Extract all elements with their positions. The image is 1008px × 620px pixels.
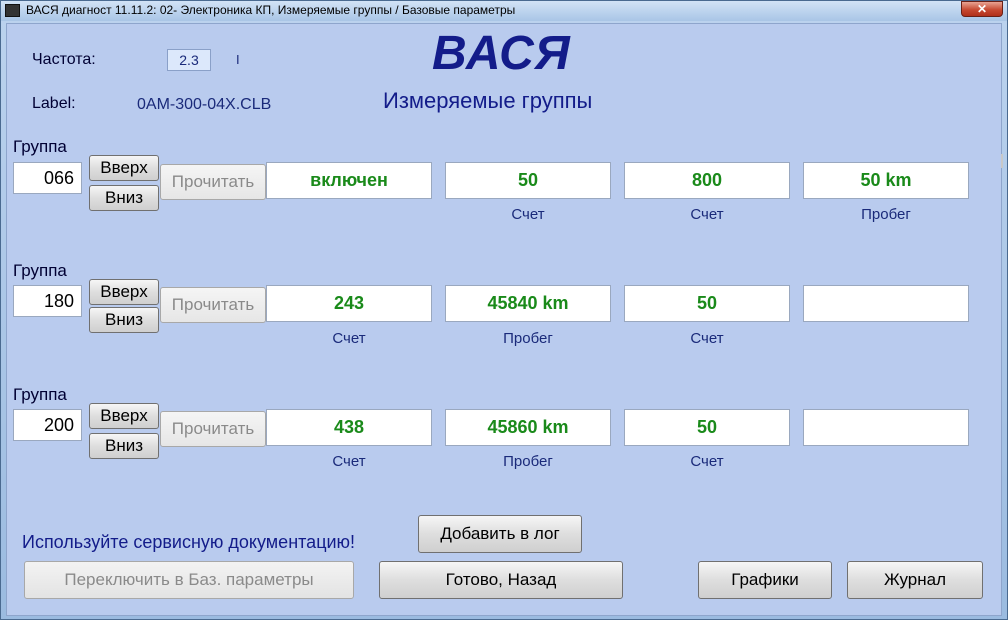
value-field-3: 50 (624, 285, 790, 322)
done-back-button[interactable]: Готово, Назад (379, 561, 623, 599)
unit-label-1: Счет (332, 453, 366, 470)
value-field-1: включен (266, 162, 432, 199)
group-down-button[interactable]: Вниз (89, 185, 159, 211)
close-button[interactable]: ✕ (961, 1, 1003, 17)
label-caption: Label: (32, 95, 76, 112)
value-field-2: 50 (445, 162, 611, 199)
graphs-button[interactable]: Графики (698, 561, 832, 599)
value-field-2: 45840 km (445, 285, 611, 322)
frequency-indicator: I (236, 52, 240, 67)
window-title: ВАСЯ диагност 11.11.2: 02- Электроника К… (26, 3, 516, 17)
app-window: ВАСЯ диагност 11.11.2: 02- Электроника К… (0, 0, 1008, 620)
group-down-button[interactable]: Вниз (89, 433, 159, 459)
main-panel: Частота: 2.3 I Label: 0AM-300-04X.CLB ВА… (6, 23, 1003, 616)
read-button[interactable]: Прочитать (160, 164, 266, 200)
unit-label-3: Счет (690, 330, 724, 347)
label-filename: 0AM-300-04X.CLB (137, 96, 272, 113)
service-doc-hint: Используйте сервисную документацию! (22, 532, 356, 552)
resize-grip (1001, 154, 1003, 168)
value-field-1: 438 (266, 409, 432, 446)
group-number-input[interactable]: 200 (13, 409, 82, 441)
group-down-button[interactable]: Вниз (89, 307, 159, 333)
unit-label-2: Пробег (503, 453, 553, 470)
unit-label-3: Счет (690, 206, 724, 223)
value-field-3: 800 (624, 162, 790, 199)
value-field-4: 50 km (803, 162, 969, 199)
close-icon: ✕ (976, 2, 988, 16)
group-up-button[interactable]: Вверх (89, 403, 159, 429)
value-field-4 (803, 285, 969, 322)
group-number-input[interactable]: 180 (13, 285, 82, 317)
app-icon (5, 4, 20, 17)
journal-button[interactable]: Журнал (847, 561, 983, 599)
group-up-button[interactable]: Вверх (89, 155, 159, 181)
page-subtitle: Измеряемые группы (383, 88, 593, 113)
switch-basic-params-button[interactable]: Переключить в Баз. параметры (24, 561, 354, 599)
unit-label-1: Счет (332, 330, 366, 347)
value-field-3: 50 (624, 409, 790, 446)
group-label: Группа (13, 261, 67, 280)
value-field-4 (803, 409, 969, 446)
unit-label-3: Счет (690, 453, 724, 470)
value-field-2: 45860 km (445, 409, 611, 446)
group-up-button[interactable]: Вверх (89, 279, 159, 305)
add-to-log-button[interactable]: Добавить в лог (418, 515, 582, 553)
unit-label-4: Пробег (861, 206, 911, 223)
app-logo-title: ВАСЯ (432, 27, 571, 80)
group-label: Группа (13, 385, 67, 404)
read-button[interactable]: Прочитать (160, 411, 266, 447)
unit-label-2: Счет (511, 206, 545, 223)
unit-label-2: Пробег (503, 330, 553, 347)
frequency-label: Частота: (32, 51, 96, 68)
value-field-1: 243 (266, 285, 432, 322)
read-button[interactable]: Прочитать (160, 287, 266, 323)
frequency-value: 2.3 (167, 49, 211, 71)
group-label: Группа (13, 137, 67, 156)
title-bar[interactable]: ВАСЯ диагност 11.11.2: 02- Электроника К… (1, 1, 1007, 21)
group-number-input[interactable]: 066 (13, 162, 82, 194)
